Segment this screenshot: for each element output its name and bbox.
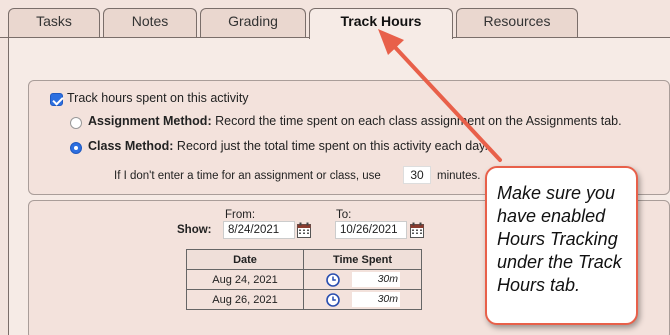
tab-resources[interactable]: Resources — [456, 8, 578, 38]
default-time-prefix: If I don't enter a time for an assignmen… — [114, 170, 381, 182]
clock-icon[interactable] — [326, 273, 340, 287]
class-method-desc: Record just the total time spent on this… — [176, 139, 488, 153]
class-method-option: Class Method: Record just the total time… — [88, 139, 488, 153]
tab-bar: Tasks Notes Grading Track Hours Resource… — [0, 0, 670, 39]
assignment-method-desc: Record the time spent on each class assi… — [215, 114, 622, 128]
assignment-method-option: Assignment Method: Record the time spent… — [88, 114, 622, 128]
to-date-input[interactable]: 10/26/2021 — [335, 221, 407, 239]
to-calendar-icon[interactable] — [410, 222, 424, 238]
time-spent-input[interactable]: 30m — [352, 272, 400, 287]
class-method-title: Class Method: — [88, 139, 174, 153]
clock-icon[interactable] — [326, 293, 340, 307]
table-row: Aug 26, 2021 30m — [186, 289, 422, 310]
tab-track-hours[interactable]: Track Hours — [309, 8, 453, 39]
class-method-radio[interactable] — [70, 142, 82, 154]
row-time-spent: 30m — [303, 269, 422, 290]
tab-notes[interactable]: Notes — [103, 8, 197, 38]
table-row: Aug 24, 2021 30m — [186, 269, 422, 290]
column-header-date: Date — [186, 249, 304, 270]
row-date: Aug 26, 2021 — [186, 289, 304, 310]
show-label: Show: — [177, 224, 212, 236]
default-minutes-input[interactable]: 30 — [403, 166, 431, 184]
from-label: From: — [225, 209, 256, 221]
callout-box: Make sure you have enabled Hours Trackin… — [485, 166, 638, 325]
table-header-row: Date Time Spent — [186, 249, 422, 270]
assignment-method-title: Assignment Method: — [88, 114, 212, 128]
from-date-input[interactable]: 8/24/2021 — [223, 221, 295, 239]
track-hours-checkbox[interactable] — [50, 93, 63, 106]
column-header-time-spent: Time Spent — [303, 249, 422, 270]
default-time-suffix: minutes. — [437, 170, 481, 182]
assignment-method-radio[interactable] — [70, 117, 82, 129]
to-label: To: — [336, 209, 352, 221]
tab-tasks[interactable]: Tasks — [8, 8, 100, 38]
row-date: Aug 24, 2021 — [186, 269, 304, 290]
time-spent-input[interactable]: 30m — [352, 292, 400, 307]
tab-grading[interactable]: Grading — [200, 8, 306, 38]
track-hours-label: Track hours spent on this activity — [67, 91, 249, 105]
row-time-spent: 30m — [303, 289, 422, 310]
time-log-table: Date Time Spent Aug 24, 2021 30m Aug 26,… — [186, 249, 422, 310]
from-calendar-icon[interactable] — [297, 222, 311, 238]
